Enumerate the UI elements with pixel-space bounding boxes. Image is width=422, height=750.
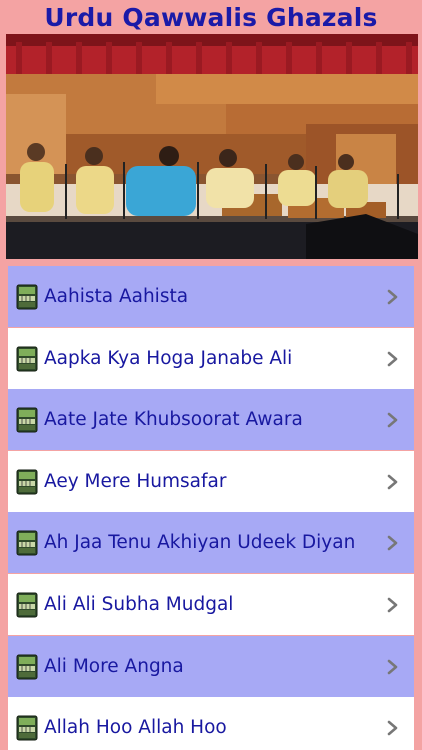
list-item[interactable]: Ah Jaa Tenu Akhiyan Udeek Diyan <box>8 512 414 573</box>
app-title-bar: Urdu Qawwalis Ghazals <box>0 0 422 34</box>
app-title: Urdu Qawwalis Ghazals <box>44 2 378 32</box>
list-item[interactable]: Aey Mere Humsafar <box>8 451 414 512</box>
harmonium-book-icon <box>16 407 38 433</box>
chevron-right-icon[interactable] <box>382 595 402 615</box>
list-item-label: Aahista Aahista <box>44 286 189 307</box>
list-item[interactable]: Aate Jate Khubsoorat Awara <box>8 389 414 450</box>
harmonium-book-icon <box>16 715 38 741</box>
qawwali-performers-photo <box>6 34 418 259</box>
chevron-right-icon[interactable] <box>382 718 402 738</box>
harmonium-book-icon <box>16 530 38 556</box>
banner-image <box>6 34 418 259</box>
qawwali-list: Aahista Aahista Aapka Kya Hoga Janabe Ali… <box>8 266 414 750</box>
list-item[interactable]: Ali More Angna <box>8 636 414 697</box>
list-item-label: Ah Jaa Tenu Akhiyan Udeek Diyan <box>44 532 356 553</box>
chevron-right-icon[interactable] <box>382 349 402 369</box>
harmonium-book-icon <box>16 346 38 372</box>
list-item[interactable]: Aahista Aahista <box>8 266 414 327</box>
chevron-right-icon[interactable] <box>382 287 402 307</box>
list-item-label: Aapka Kya Hoga Janabe Ali <box>44 348 293 369</box>
chevron-right-icon[interactable] <box>382 410 402 430</box>
chevron-right-icon[interactable] <box>382 472 402 492</box>
list-item[interactable]: Allah Hoo Allah Hoo <box>8 697 414 750</box>
list-item-label: Allah Hoo Allah Hoo <box>44 717 227 738</box>
harmonium-book-icon <box>16 469 38 495</box>
list-item-label: Ali More Angna <box>44 656 184 677</box>
chevron-right-icon[interactable] <box>382 533 402 553</box>
list-item-label: Aey Mere Humsafar <box>44 471 227 492</box>
list-item-label: Aate Jate Khubsoorat Awara <box>44 409 303 430</box>
list-item[interactable]: Aapka Kya Hoga Janabe Ali <box>8 328 414 389</box>
list-item[interactable]: Ali Ali Subha Mudgal <box>8 574 414 635</box>
harmonium-book-icon <box>16 654 38 680</box>
chevron-right-icon[interactable] <box>382 657 402 677</box>
harmonium-book-icon <box>16 284 38 310</box>
harmonium-book-icon <box>16 592 38 618</box>
list-item-label: Ali Ali Subha Mudgal <box>44 594 234 615</box>
